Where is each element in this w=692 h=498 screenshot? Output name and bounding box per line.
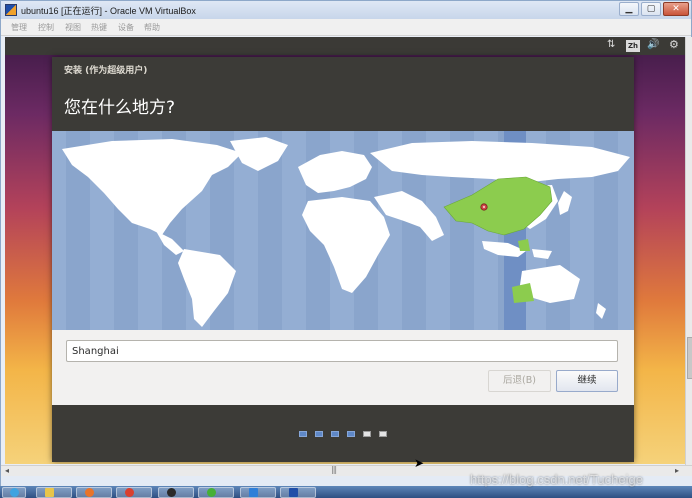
ubuntu-top-panel: ⇅ Zh 🔊 ⚙ [5,37,685,55]
timezone-map[interactable] [52,131,634,330]
progress-step-2 [315,431,323,437]
taskbar-chrome[interactable] [116,487,152,498]
settings-icon[interactable]: ⚙ [669,38,679,51]
maximize-button[interactable]: ▢ [641,2,661,16]
start-orb-icon [10,488,19,497]
language-indicator[interactable]: Zh [626,40,640,52]
page-title: 您在什么地方? [64,98,176,118]
window-titlebar[interactable]: ubuntu16 [正在运行] - Oracle VM VirtualBox ▁… [1,1,691,19]
virtualbox-taskbar-icon [289,488,298,497]
chrome-icon [125,488,134,497]
qq-icon [167,488,176,497]
location-marker[interactable] [480,203,488,211]
menu-view[interactable]: 视图 [65,22,81,33]
menu-control[interactable]: 控制 [38,22,54,33]
vertical-scroll-thumb[interactable] [687,337,692,379]
virtualbox-icon [5,4,17,16]
taskbar-virtualbox[interactable] [280,487,316,498]
volume-icon[interactable]: 🔊 [647,39,659,50]
vertical-scrollbar[interactable] [685,37,692,465]
progress-step-3 [331,431,339,437]
menu-devices[interactable]: 设备 [118,22,134,33]
taskbar-wechat[interactable] [198,487,234,498]
window-title: ubuntu16 [正在运行] - Oracle VM VirtualBox [21,6,196,16]
selected-timezone-islands [518,239,530,251]
taskbar-qq[interactable] [158,487,194,498]
progress-step-6 [379,431,387,437]
back-button[interactable]: 后退(B) [488,370,551,392]
firefox-icon [85,488,94,497]
menu-hotkey[interactable]: 热键 [91,22,107,33]
progress-step-4 [347,431,355,437]
menubar: 管理 控制 视图 热键 设备 帮助 [1,19,691,36]
installer-dialog: 安装 (作为超级用户) 您在什么地方? Shanghai 后退(B) 继续 [52,57,634,462]
taskbar-explorer[interactable] [36,487,72,498]
xunlei-icon [249,488,258,497]
location-input[interactable] [66,340,618,362]
minimize-button[interactable]: ▁ [619,2,639,16]
progress-step-1 [299,431,307,437]
continue-button[interactable]: 继续 [556,370,618,392]
host-taskbar [0,486,692,498]
progress-footer [52,405,634,462]
mouse-cursor-icon: ➤ [414,456,425,470]
menu-help[interactable]: 帮助 [144,22,160,33]
virtualbox-window: ubuntu16 [正在运行] - Oracle VM VirtualBox ▁… [0,0,692,487]
menu-manage[interactable]: 管理 [11,22,27,33]
scroll-grip-icon[interactable]: ||| [331,465,337,474]
close-button[interactable]: ✕ [663,2,689,16]
taskbar-start-orb[interactable] [2,487,26,498]
network-icon[interactable]: ⇅ [607,39,615,50]
scroll-right-arrow-icon[interactable]: ▸ [675,466,679,475]
taskbar-firefox[interactable] [76,487,112,498]
installer-title: 安装 (作为超级用户) [64,66,148,76]
world-map-graphic [52,131,634,330]
progress-step-5 [363,431,371,437]
wechat-icon [207,488,216,497]
watermark: https://blog.csdn.net/Tucheige [470,472,643,487]
folder-icon [45,488,54,497]
scroll-left-arrow-icon[interactable]: ◂ [5,466,9,475]
installer-header: 安装 (作为超级用户) 您在什么地方? [52,57,634,131]
guest-screen[interactable]: ⇅ Zh 🔊 ⚙ 安装 (作为超级用户) 您在什么地方? Shanghai 后退… [5,37,685,464]
taskbar-xunlei[interactable] [240,487,276,498]
